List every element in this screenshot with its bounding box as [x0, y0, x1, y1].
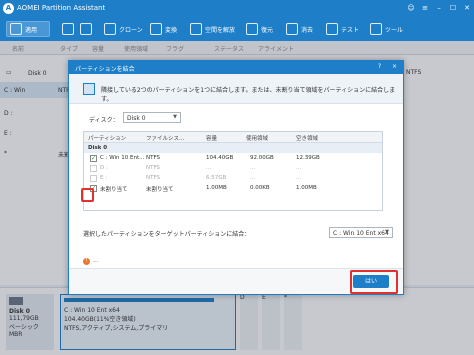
- toolbar: 適用 クローン 変換 空間を解放 復元 消去 テスト ツール: [0, 17, 474, 41]
- chevron-down-icon: ▼: [385, 229, 389, 235]
- warning-icon: !: [83, 258, 90, 265]
- undo-icon: [62, 23, 74, 35]
- highlight-box: [81, 188, 94, 202]
- dialog-description: 隣接している2つのパーティションを1つに結合します。または、未割り当て領域をパー…: [101, 87, 396, 103]
- app-logo-icon: A: [3, 3, 14, 14]
- recover-button[interactable]: 復元: [246, 21, 273, 37]
- th-capacity: 容量: [206, 136, 218, 142]
- minimize-button[interactable]: –: [432, 0, 446, 17]
- user-icon[interactable]: ☺: [404, 0, 418, 17]
- redo-button[interactable]: [80, 21, 95, 37]
- merge-dialog: パーティションを結合 ? × 隣接している2つのパーティションを1つに結合します…: [68, 60, 404, 295]
- apply-button[interactable]: 適用: [6, 21, 50, 37]
- th-used: 使用領域: [246, 136, 269, 142]
- th-free: 空き領域: [296, 136, 319, 142]
- clone-icon: [104, 23, 116, 35]
- wipe-button[interactable]: 消去: [286, 21, 313, 37]
- table-row[interactable]: ✓ C : Win 10 Ent... NTFS 104.40GB 92.00G…: [84, 153, 382, 163]
- undo-button[interactable]: [62, 21, 77, 37]
- chevron-down-icon: ▼: [173, 114, 177, 120]
- checkbox: [90, 165, 97, 172]
- dialog-title-bar: パーティションを結合 ? ×: [69, 61, 403, 74]
- table-row[interactable]: ✓ 未割り当て 未割り当て 1.00MB 0.00KB 1.00MB: [84, 183, 382, 193]
- checkbox[interactable]: ✓: [90, 155, 97, 162]
- merge-icon: [83, 83, 95, 95]
- test-button[interactable]: テスト: [326, 21, 359, 37]
- convert-button[interactable]: 変換: [150, 21, 177, 37]
- table-row: E : NTFS 6.57GB ... ...: [84, 173, 382, 183]
- menu-icon[interactable]: ≡: [418, 0, 432, 17]
- dialog-close-button[interactable]: ×: [392, 63, 397, 70]
- disk-select[interactable]: Disk 0 ▼: [123, 112, 181, 123]
- merge-target-label: 選択したパーティションをターゲットパーティションに結合：: [83, 231, 251, 238]
- close-button[interactable]: ✕: [460, 0, 474, 17]
- warning-message: !...: [83, 257, 99, 265]
- help-button[interactable]: ?: [378, 63, 381, 70]
- disk-label: ディスク：: [89, 117, 119, 124]
- partition-table: パーティション ファイルシス... 容量 使用領域 空き領域 Disk 0 ✓ …: [83, 131, 383, 211]
- redo-icon: [80, 23, 92, 35]
- th-partition: パーティション: [88, 136, 127, 142]
- th-filesystem: ファイルシス...: [146, 136, 185, 142]
- test-icon: [326, 23, 338, 35]
- convert-icon: [150, 23, 162, 35]
- dialog-header: 隣接している2つのパーティションを1つに結合します。または、未割り当て領域をパー…: [69, 74, 403, 104]
- table-row: D : NTFS ... ... ...: [84, 163, 382, 173]
- highlight-box: [350, 270, 398, 294]
- table-group: Disk 0: [84, 143, 382, 153]
- target-partition-select[interactable]: C : Win 10 Ent x64 ▼: [329, 227, 393, 238]
- check-icon: [10, 23, 22, 35]
- clone-button[interactable]: クローン: [104, 21, 143, 37]
- tools-button[interactable]: ツール: [370, 21, 403, 37]
- app-title: AOMEI Partition Assistant: [17, 4, 106, 12]
- free-space-icon: [190, 23, 202, 35]
- recover-icon: [246, 23, 258, 35]
- free-space-button[interactable]: 空間を解放: [190, 21, 235, 37]
- wipe-icon: [286, 23, 298, 35]
- title-bar: A AOMEI Partition Assistant ☺ ≡ – ☐ ✕: [0, 0, 474, 17]
- maximize-button[interactable]: ☐: [446, 0, 460, 17]
- tools-icon: [370, 23, 382, 35]
- checkbox: [90, 175, 97, 182]
